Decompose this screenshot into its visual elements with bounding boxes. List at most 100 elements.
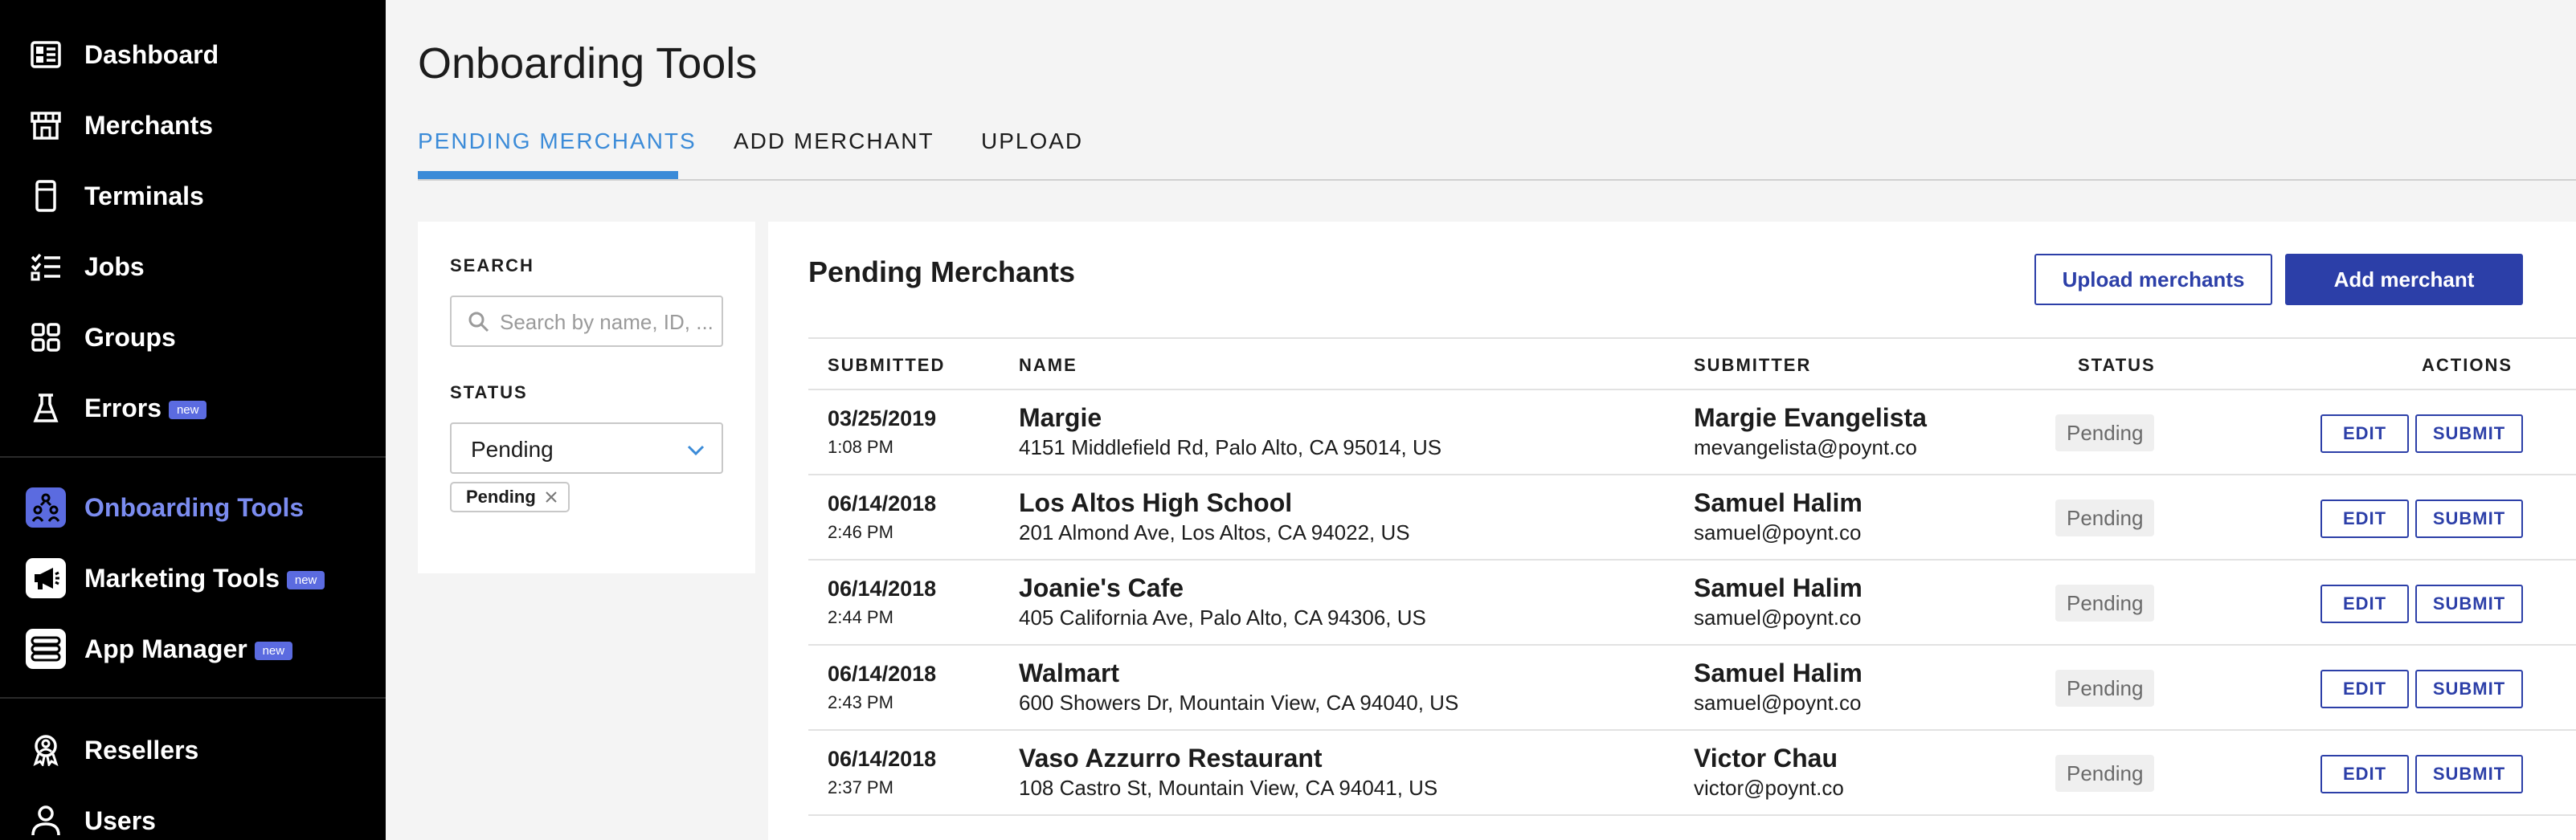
column-header-submitter[interactable]: SUBMITTER [1694,355,1811,376]
status-label: STATUS [450,382,528,402]
megaphone-icon [26,558,66,598]
submitter-name: Samuel Halim [1694,659,1862,687]
submit-button[interactable]: SUBMIT [2415,755,2523,793]
merchant-address: 108 Castro St, Mountain View, CA 94041, … [1019,776,1438,800]
tab-pending-merchants[interactable]: PENDING MERCHANTS [418,128,697,154]
sidebar-item-merchants[interactable]: Merchants [0,100,386,151]
sidebar-divider [0,456,386,458]
merchant-name: Walmart [1019,659,1120,687]
table-row: 06/14/2018 2:37 PM Vaso Azzurro Restaura… [808,731,2576,816]
sidebar-item-label: Merchants [84,110,214,140]
status-select[interactable]: Pending [450,422,723,474]
submitted-date: 06/14/2018 [828,491,937,516]
checklist-icon [26,247,66,287]
merchant-address: 201 Almond Ave, Los Altos, CA 94022, US [1019,520,1410,544]
sidebar-item-label: Groups [84,322,176,352]
sidebar-item-marketing-tools[interactable]: Marketing Tools new [0,553,386,604]
page-title: Onboarding Tools [418,39,758,88]
submitted-date: 06/14/2018 [828,577,937,601]
merchant-address: 405 California Ave, Palo Alto, CA 94306,… [1019,606,1426,630]
table-row: 06/14/2018 2:43 PM Walmart 600 Showers D… [808,646,2576,731]
active-tab-indicator [418,171,678,179]
column-header-status[interactable]: STATUS [2078,355,2156,376]
status-filter-chip: Pending [450,482,570,512]
merchant-address: 600 Showers Dr, Mountain View, CA 94040,… [1019,691,1459,715]
card-title: Pending Merchants [808,255,1076,288]
status-badge: Pending [2055,755,2155,792]
edit-button[interactable]: EDIT [2320,755,2409,793]
status-badge: Pending [2055,670,2155,707]
sidebar-item-label: Terminals [84,181,204,210]
storefront-icon [26,105,66,145]
close-icon[interactable] [544,490,558,504]
search-box [450,296,723,347]
column-header-submitted[interactable]: SUBMITTED [828,355,945,376]
tab-add-merchant[interactable]: ADD MERCHANT [734,128,934,154]
status-badge: Pending [2055,500,2155,536]
submit-button[interactable]: SUBMIT [2415,585,2523,623]
upload-merchants-button[interactable]: Upload merchants [2034,254,2272,305]
sidebar-item-app-manager[interactable]: App Manager new [0,623,386,675]
sidebar-item-jobs[interactable]: Jobs [0,241,386,292]
add-merchant-button[interactable]: Add merchant [2285,254,2523,305]
status-badge: Pending [2055,585,2155,622]
merchant-address: 4151 Middlefield Rd, Palo Alto, CA 95014… [1019,435,1442,459]
submitted-date: 06/14/2018 [828,747,937,771]
sidebar-item-label: App Manager new [84,634,293,664]
sidebar-item-label: Dashboard [84,39,219,69]
sidebar-item-groups[interactable]: Groups [0,312,386,363]
dashboard-icon [26,35,66,75]
edit-button[interactable]: EDIT [2320,500,2409,538]
submitted-time: 2:37 PM [828,777,893,797]
filter-panel: SEARCH STATUS Pending Pending [418,222,755,573]
submitted-time: 2:44 PM [828,607,893,627]
submitted-time: 1:08 PM [828,437,893,457]
submitted-date: 06/14/2018 [828,662,937,686]
user-icon [26,801,66,840]
column-header-name[interactable]: NAME [1019,355,1077,376]
terminal-icon [26,176,66,216]
sidebar: Dashboard Merchants Terminals Jobs Group… [0,0,386,840]
merchant-name: Joanie's Cafe [1019,573,1184,602]
merchant-name: Los Altos High School [1019,488,1293,517]
submit-button[interactable]: SUBMIT [2415,500,2523,538]
sidebar-item-errors[interactable]: Errors new [0,382,386,434]
search-label: SEARCH [450,255,534,275]
sidebar-item-onboarding-tools[interactable]: Onboarding Tools [0,482,386,533]
submitter-email: victor@poynt.co [1694,776,1844,800]
submit-button[interactable]: SUBMIT [2415,670,2523,708]
table-header: SUBMITTED NAME SUBMITTER STATUS ACTIONS [808,337,2576,390]
submitted-date: 03/25/2019 [828,406,937,430]
search-input[interactable] [500,308,713,336]
sidebar-item-label: Jobs [84,251,145,281]
chip-label: Pending [466,487,536,507]
edit-button[interactable]: EDIT [2320,670,2409,708]
edit-button[interactable]: EDIT [2320,414,2409,453]
merchant-name: Margie [1019,403,1102,432]
status-badge: Pending [2055,414,2155,451]
tab-divider [418,179,2576,181]
new-badge: new [286,570,325,589]
sidebar-divider [0,697,386,699]
sidebar-item-label: Marketing Tools new [84,564,325,593]
submit-button[interactable]: SUBMIT [2415,414,2523,453]
sidebar-item-label: Onboarding Tools [84,492,305,522]
table-row: 03/25/2019 1:08 PM Margie 4151 Middlefie… [808,390,2576,475]
tab-upload[interactable]: UPLOAD [981,128,1083,154]
column-header-actions: ACTIONS [2422,355,2513,375]
submitter-name: Samuel Halim [1694,573,1862,602]
sidebar-item-terminals[interactable]: Terminals [0,170,386,222]
sidebar-item-resellers[interactable]: Resellers [0,724,386,776]
submitter-name: Samuel Halim [1694,488,1862,517]
new-badge: new [168,400,207,419]
search-icon [468,312,489,332]
submitter-email: samuel@poynt.co [1694,606,1862,630]
edit-button[interactable]: EDIT [2320,585,2409,623]
sidebar-item-users[interactable]: Users [0,795,386,840]
submitter-email: samuel@poynt.co [1694,520,1862,544]
status-select-value: Pending [471,437,554,462]
sidebar-item-dashboard[interactable]: Dashboard [0,29,386,80]
flask-icon [26,388,66,428]
submitter-email: mevangelista@poynt.co [1694,435,1917,459]
sidebar-item-label: Users [84,805,156,835]
